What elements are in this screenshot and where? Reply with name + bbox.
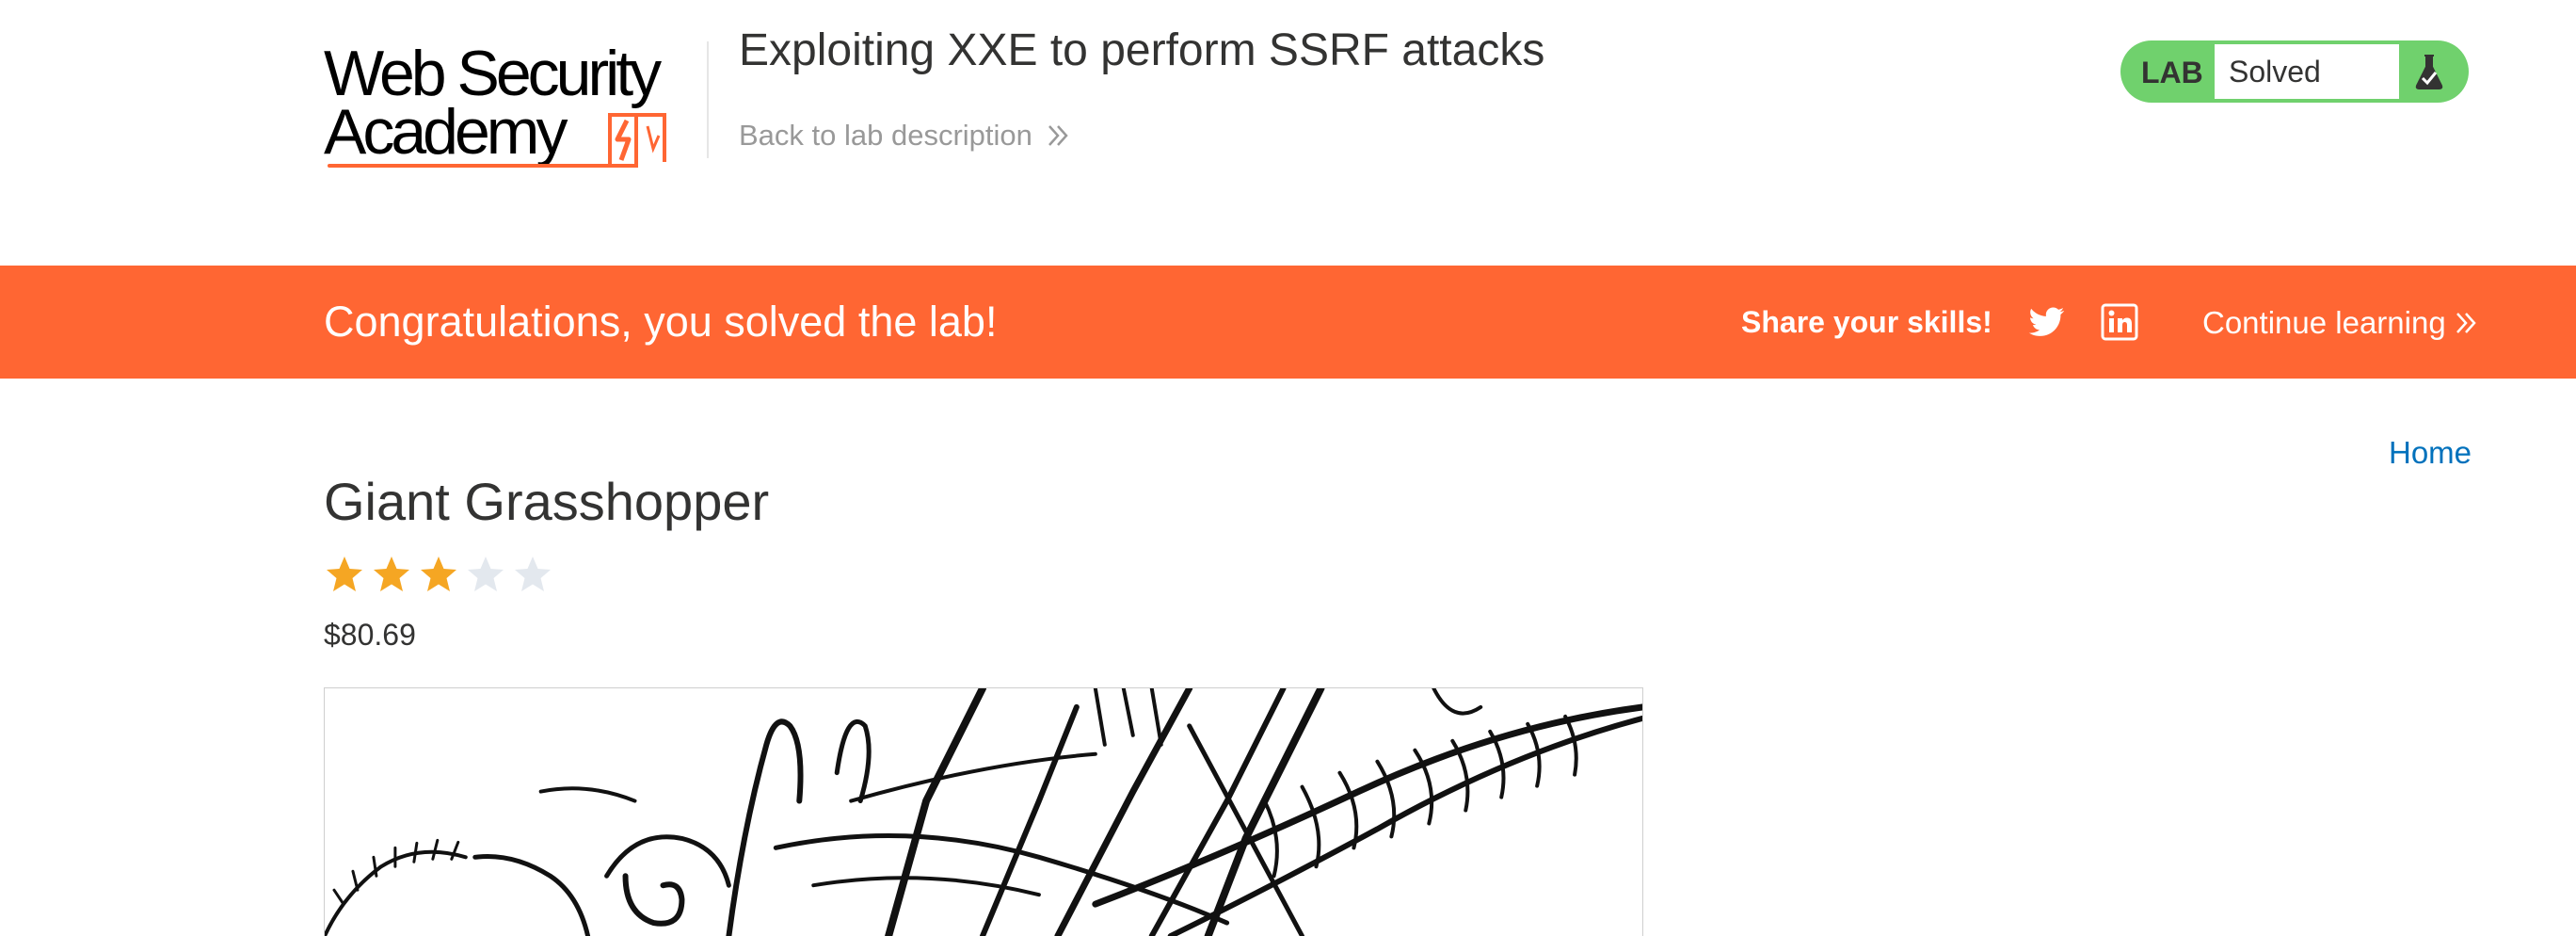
twitter-icon[interactable] xyxy=(2028,303,2066,341)
linkedin-icon[interactable] xyxy=(2101,303,2138,341)
back-link-label: Back to lab description xyxy=(739,119,1032,152)
star-filled-icon xyxy=(421,557,456,591)
double-chevron-right-icon xyxy=(1048,125,1068,146)
flask-icon xyxy=(2415,55,2443,89)
star-empty-icon xyxy=(515,557,551,591)
star-empty-icon xyxy=(468,557,504,591)
star-filled-icon xyxy=(374,557,409,591)
logo-lightning-icon xyxy=(608,113,666,168)
logo-underline xyxy=(328,164,610,168)
lab-status-label: LAB xyxy=(2141,56,2203,89)
congratulations-message: Congratulations, you solved the lab! xyxy=(324,298,998,346)
header-divider xyxy=(707,41,709,158)
back-to-lab-description-link[interactable]: Back to lab description xyxy=(739,119,1070,153)
page-header: Web Security Academy Exploiting XXE to p… xyxy=(0,0,2576,266)
home-link[interactable]: Home xyxy=(2389,435,2472,471)
solved-banner: Congratulations, you solved the lab! Sha… xyxy=(0,266,2576,379)
product-rating xyxy=(324,554,553,597)
double-chevron-right-icon xyxy=(2456,313,2476,333)
product-title: Giant Grasshopper xyxy=(324,472,770,531)
web-security-academy-logo[interactable]: Web Security Academy xyxy=(324,40,700,176)
continue-learning-link[interactable]: Continue learning xyxy=(2202,305,2478,341)
lab-title: Exploiting XXE to perform SSRF attacks xyxy=(739,25,1545,75)
logo-line-2: Academy xyxy=(324,96,568,168)
star-filled-icon xyxy=(327,557,362,591)
lab-status-badge: LAB Solved xyxy=(2120,40,2469,103)
product-image xyxy=(324,687,1643,936)
lab-status-text: Solved xyxy=(2215,44,2399,99)
share-skills-label: Share your skills! xyxy=(1741,305,1992,339)
product-price: $80.69 xyxy=(324,618,416,652)
grasshopper-sketch-image xyxy=(325,688,1642,936)
continue-learning-label: Continue learning xyxy=(2202,305,2446,340)
